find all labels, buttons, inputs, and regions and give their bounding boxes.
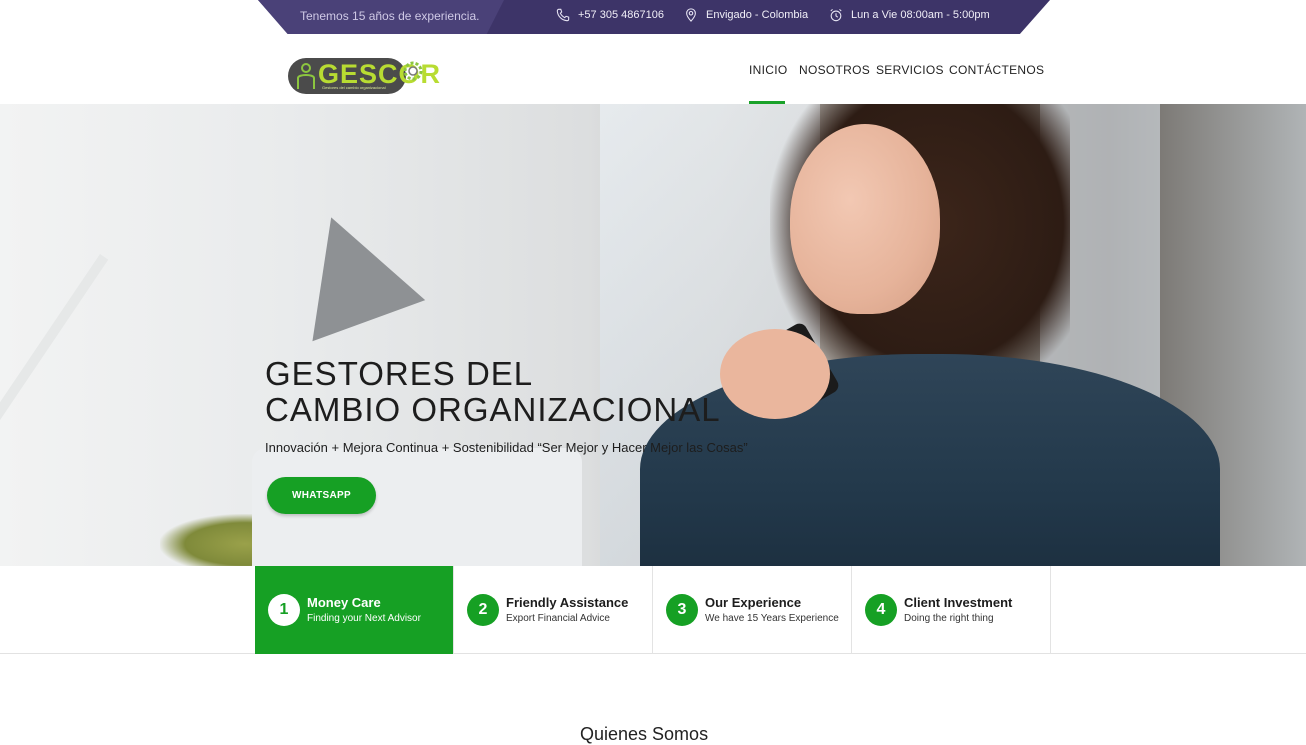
feature-title: Money Care — [307, 595, 381, 610]
alarm-clock-icon — [830, 8, 842, 22]
feature-money-care[interactable]: 1 Money Care Finding your Next Advisor — [255, 566, 454, 654]
whatsapp-button[interactable]: WHATSAPP — [267, 477, 376, 514]
experience-text: Tenemos 15 años de experiencia. — [300, 9, 480, 23]
logo-tagline: Gestores del cambio organizacional — [322, 85, 386, 90]
hero-title: GESTORES DEL CAMBIO ORGANIZACIONAL — [265, 356, 721, 428]
feature-friendly-assistance[interactable]: 2 Friendly Assistance Export Financial A… — [454, 566, 653, 654]
phone-contact[interactable]: +57 305 4867106 — [556, 8, 664, 22]
feature-subtitle: Doing the right thing — [904, 613, 994, 624]
desk-lamp-head — [274, 196, 426, 342]
section-heading-peek: Quienes Somos — [580, 724, 709, 744]
site-header: GESCOR Gestores del cambio organizaciona… — [0, 34, 1306, 104]
feature-number: 1 — [268, 594, 300, 626]
location-text: Envigado - Colombia — [706, 9, 809, 21]
hours-text: Lun a Vie 08:00am - 5:00pm — [851, 9, 990, 21]
feature-subtitle: Finding your Next Advisor — [307, 613, 421, 624]
person-gear-icon — [297, 63, 315, 89]
nav-item-nosotros[interactable]: NOSOTROS — [799, 63, 870, 77]
hero-person-hand — [720, 329, 830, 419]
hero-title-line1: GESTORES DEL — [265, 355, 534, 392]
hero-title-line2: CAMBIO ORGANIZACIONAL — [265, 391, 721, 428]
nav-item-servicios[interactable]: SERVICIOS — [876, 63, 944, 77]
feature-number: 3 — [666, 594, 698, 626]
hours-info: Lun a Vie 08:00am - 5:00pm — [829, 8, 990, 22]
feature-subtitle: Export Financial Advice — [506, 613, 610, 624]
gescor-logo[interactable]: GESCOR Gestores del cambio organizaciona… — [288, 54, 454, 98]
hero-banner: GESTORES DEL CAMBIO ORGANIZACIONAL Innov… — [0, 104, 1306, 566]
feature-title: Friendly Assistance — [506, 595, 629, 610]
phone-icon — [556, 8, 570, 22]
feature-our-experience[interactable]: 3 Our Experience We have 15 Years Experi… — [653, 566, 852, 654]
hero-person-face — [790, 124, 940, 314]
phone-number: +57 305 4867106 — [578, 9, 664, 21]
location-info: Envigado - Colombia — [684, 8, 808, 22]
desk-lamp-arm — [0, 254, 109, 559]
feature-title: Client Investment — [904, 595, 1013, 610]
feature-title: Our Experience — [705, 595, 802, 610]
map-pin-icon — [686, 8, 696, 22]
feature-number: 2 — [467, 594, 499, 626]
hero-subtitle: Innovación + Mejora Continua + Sostenibi… — [265, 440, 748, 455]
feature-number: 4 — [865, 594, 897, 626]
gear-icon — [403, 61, 423, 81]
feature-subtitle: We have 15 Years Experience — [705, 613, 839, 624]
nav-item-contactenos[interactable]: CONTÁCTENOS — [949, 63, 1044, 77]
features-strip: 1 Money Care Finding your Next Advisor 2… — [0, 566, 1306, 654]
top-info-bar: Tenemos 15 años de experiencia. +57 305 … — [0, 0, 1306, 34]
feature-client-investment[interactable]: 4 Client Investment Doing the right thin… — [852, 566, 1051, 654]
nav-item-inicio[interactable]: INICIO — [749, 63, 787, 77]
